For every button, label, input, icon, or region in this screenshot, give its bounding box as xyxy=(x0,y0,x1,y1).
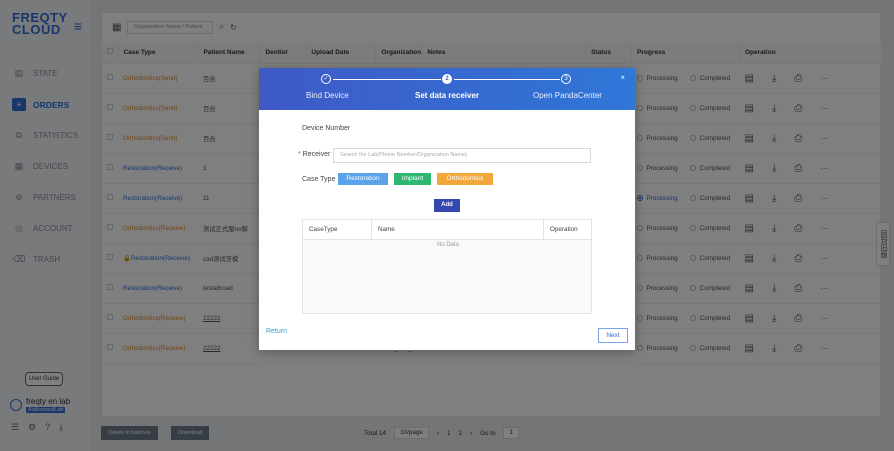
step-2-indicator: 2 xyxy=(442,74,452,84)
step-2-label: Set data receiver xyxy=(415,91,480,100)
receiver-label: * Receiver xyxy=(298,151,331,158)
step-1-label: Bind Device xyxy=(306,91,349,100)
receiver-search-input[interactable]: Search the Lab(Phone Number/Organization… xyxy=(333,148,591,163)
return-link[interactable]: Return xyxy=(266,328,287,335)
step-3-label: Open PandaCenter xyxy=(533,91,602,100)
case-type-implant-tag[interactable]: Implant xyxy=(394,173,431,185)
case-type-restoration-tag[interactable]: Restoration xyxy=(338,173,388,185)
receiver-table: CaseType Name Operation No Data xyxy=(302,219,592,314)
close-icon[interactable]: × xyxy=(620,73,625,82)
col-operation: Operation xyxy=(550,226,578,233)
step-connector xyxy=(333,79,441,80)
modal-steps-header: ✓ 2 3 Bind Device Set data receiver Open… xyxy=(259,68,635,110)
no-data-text: No Data xyxy=(436,242,459,248)
next-button[interactable]: Next xyxy=(598,328,628,343)
step-3-indicator: 3 xyxy=(561,74,571,84)
case-type-orthodontics-tag[interactable]: Orthodontics xyxy=(437,173,493,185)
case-type-label: Case Type xyxy=(302,176,336,183)
col-name: Name xyxy=(372,220,544,239)
device-setup-modal: ✓ 2 3 Bind Device Set data receiver Open… xyxy=(259,68,635,350)
step-connector xyxy=(454,79,560,80)
step-1-check-icon: ✓ xyxy=(321,74,331,84)
device-number-label: Device Number xyxy=(302,125,351,132)
receiver-table-header: CaseType Name Operation xyxy=(303,220,591,240)
add-button[interactable]: Add xyxy=(434,199,460,212)
col-casetype: CaseType xyxy=(303,220,372,239)
